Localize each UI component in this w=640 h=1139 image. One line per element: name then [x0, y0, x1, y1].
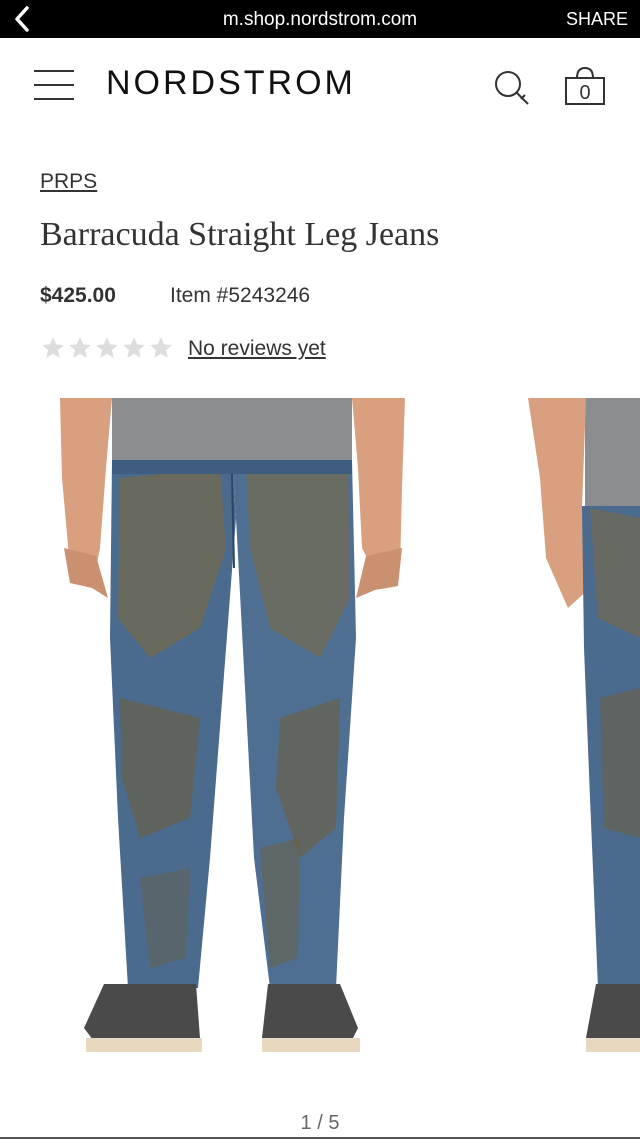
- cart-count: 0: [579, 82, 590, 104]
- product-price: $425.00: [40, 284, 116, 307]
- shopping-bag-icon[interactable]: 0: [563, 64, 607, 108]
- jeans-photo-front: [60, 398, 405, 1052]
- jeans-photo-side: [528, 398, 640, 1052]
- nordstrom-logo[interactable]: NORDSTROM: [106, 64, 356, 103]
- search-icon[interactable]: [492, 68, 532, 108]
- site-header: NORDSTROM 0: [0, 38, 640, 134]
- product-image-carousel[interactable]: [0, 398, 640, 1088]
- star-icon: [42, 337, 64, 358]
- browser-bar: m.shop.nordstrom.com SHARE: [0, 0, 640, 38]
- brand-link[interactable]: PRPS: [40, 170, 97, 194]
- item-number: Item #5243246: [170, 284, 311, 307]
- star-icon: [150, 337, 172, 358]
- rating-stars: [40, 335, 175, 361]
- menu-icon[interactable]: [34, 70, 74, 104]
- product-image: [60, 398, 640, 1052]
- share-button[interactable]: SHARE: [566, 9, 628, 30]
- star-icon: [123, 337, 145, 358]
- reviews-link[interactable]: No reviews yet: [188, 337, 326, 361]
- carousel-pager: 1 / 5: [300, 1112, 340, 1134]
- url-text[interactable]: m.shop.nordstrom.com: [0, 9, 640, 31]
- star-icon: [69, 337, 91, 358]
- product-title: Barracuda Straight Leg Jeans: [40, 216, 440, 253]
- star-icon: [96, 337, 118, 358]
